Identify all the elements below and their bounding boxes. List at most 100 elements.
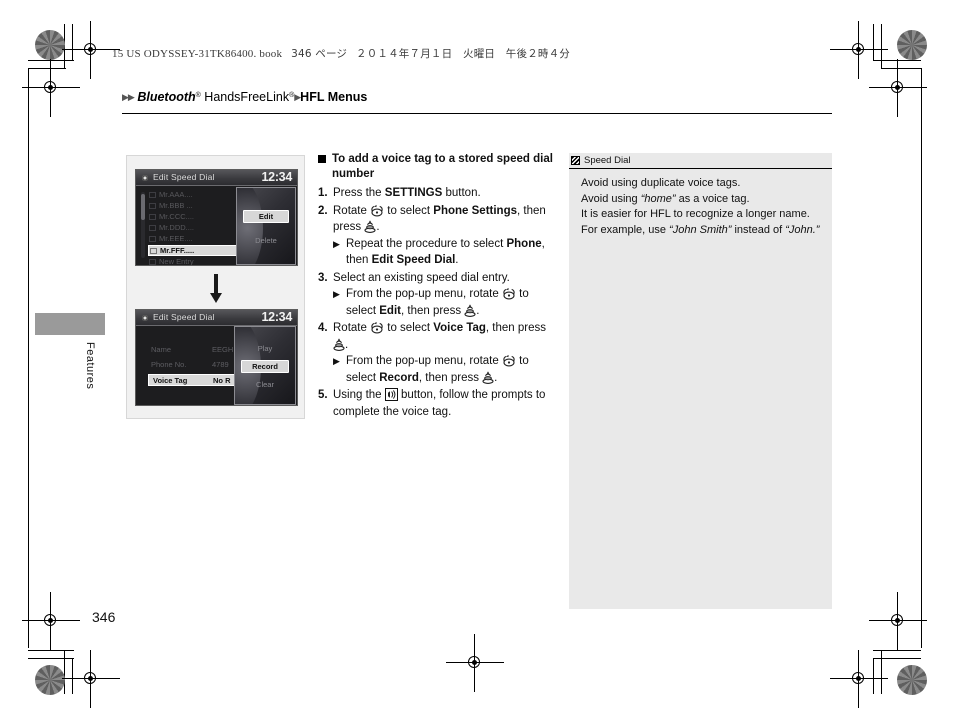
note-emphasis: “John Smith”	[669, 223, 732, 236]
popup-menu: Edit Delete	[236, 187, 296, 265]
instruction-step-body: Press the SETTINGS button.	[333, 185, 556, 202]
instruction-substep-body: Repeat the procedure to select Phone, th…	[346, 236, 556, 269]
press-knob-icon	[333, 337, 345, 351]
note-text: Avoid using duplicate voice tags.	[581, 177, 741, 189]
instruction-step-number: 4.	[318, 322, 328, 334]
popup-item-edit[interactable]: Edit	[243, 210, 289, 223]
crop-mark-line	[921, 68, 922, 648]
instruction-keyword: Edit Speed Dial	[371, 254, 456, 266]
breadcrumb: ▶▶ Bluetooth® HandsFreeLink®▶HFL Menus	[122, 90, 367, 104]
instruction-step-body: Rotate to select Phone Settings, then pr…	[333, 203, 556, 236]
press-knob-icon	[482, 370, 494, 384]
nav-screen-body: Mr.AAA.... Mr.BBB ... Mr.CCC.... Mr.DDD.…	[136, 186, 297, 265]
instruction-step-body: Using the button, follow the prompts to …	[333, 387, 556, 420]
popup-item-clear[interactable]: Clear	[241, 379, 289, 390]
disc-icon	[142, 315, 148, 321]
header-rule	[122, 113, 832, 114]
popup-item-label: Edit	[258, 212, 274, 221]
instruction-text: .	[494, 371, 498, 384]
registration-mark	[62, 21, 120, 79]
instruction-substep-body: From the pop-up menu, rotate to select E…	[346, 286, 556, 319]
instruction-text: .	[476, 304, 480, 317]
crop-mark-line	[28, 68, 66, 69]
instruction-text: Rotate	[333, 204, 371, 217]
instruction-keyword: Phone	[506, 237, 542, 250]
nav-screen-body: Name EEGH Phone No. 4789 Voice Tag No R …	[136, 326, 297, 405]
crop-mark-line	[72, 24, 73, 60]
popup-item-label: Play	[257, 344, 273, 353]
nav-screen-titlebar: Edit Speed Dial 12:34	[136, 170, 297, 186]
list-item-label: Mr.FFF.....	[160, 246, 195, 255]
breadcrumb-item-hfl-menus: HFL Menus	[300, 90, 368, 104]
instruction-step-number: 3.	[318, 271, 328, 284]
list-item-label: Mr.EEE....	[159, 234, 193, 243]
entry-number-box	[149, 225, 156, 231]
instruction-step: 2. Rotate to select Phone Settings, then …	[318, 203, 556, 236]
instruction-step: 3. Select an existing speed dial entry.	[318, 270, 556, 287]
instruction-step-number: 1.	[318, 187, 328, 199]
instruction-substep: ▶ From the pop-up menu, rotate to select …	[333, 286, 556, 319]
field-label: Voice Tag	[153, 376, 188, 385]
instruction-keyword: Phone Settings	[433, 204, 517, 217]
crop-mark-line	[881, 24, 882, 68]
crop-mark-line	[873, 658, 874, 694]
popup-item-delete[interactable]: Delete	[243, 235, 289, 246]
scrollbar[interactable]	[141, 192, 145, 258]
instruction-text: From the pop-up menu, rotate	[346, 355, 502, 367]
instruction-steps-list: 1. Press the SETTINGS button. 2. Rotate to …	[318, 185, 556, 420]
note-book-icon	[571, 156, 580, 165]
instruction-step: 1. Press the SETTINGS button.	[318, 185, 556, 202]
page-number: 346	[92, 609, 116, 625]
instruction-step-number: 2.	[318, 204, 328, 217]
instruction-text: Press the	[333, 187, 385, 199]
instruction-keyword: Edit	[379, 304, 401, 317]
popup-item-label: Delete	[255, 236, 277, 245]
substep-arrow-icon: ▶	[333, 238, 340, 249]
instruction-step-body: Rotate to select Voice Tag, then press .	[333, 320, 556, 353]
field-label: Name	[151, 345, 172, 354]
slug-filename: 15 US ODYSSEY-31TK86400. book	[112, 48, 283, 60]
instruction-substep-body: From the pop-up menu, rotate to select R…	[346, 353, 556, 386]
nav-screen-title: Edit Speed Dial	[153, 312, 215, 322]
instruction-text: to select	[384, 322, 434, 334]
instruction-text: Select an existing speed dial entry.	[333, 271, 510, 284]
note-line: Avoid using duplicate voice tags.	[581, 176, 822, 192]
instruction-text: , then press	[400, 304, 465, 317]
registration-mark	[446, 634, 504, 692]
registration-blob	[35, 30, 65, 60]
crop-mark-line	[881, 68, 921, 69]
popup-item-label: Clear	[256, 380, 274, 389]
list-item-label: Mr.CCC....	[159, 212, 194, 221]
disc-icon	[142, 175, 148, 181]
press-knob-icon	[364, 220, 376, 233]
crop-mark-line	[28, 60, 74, 61]
note-panel: Speed Dial Avoid using duplicate voice t…	[569, 153, 832, 609]
print-slug: 15 US ODYSSEY-31TK86400. book 346 ページ ２０…	[112, 46, 570, 61]
instruction-text: , then press	[485, 322, 547, 334]
instructions-heading-line1: To add a voice tag to a stored speed	[332, 153, 530, 165]
section-tab-label: Features	[84, 342, 96, 390]
field-value: 4789	[212, 360, 229, 369]
slug-page-marker: 346 ページ	[291, 48, 348, 60]
crop-mark-line	[28, 68, 29, 648]
popup-item-record[interactable]: Record	[241, 360, 289, 373]
popup-item-play[interactable]: Play	[241, 343, 289, 354]
instructions-heading: To add a voice tag to a stored speed dia…	[318, 152, 556, 182]
entry-number-box	[149, 192, 156, 198]
list-item-label: Mr.DDD....	[159, 223, 194, 232]
registration-mark	[869, 59, 927, 117]
rotate-knob-icon	[370, 204, 384, 217]
section-tab	[35, 313, 105, 335]
bullet-square-icon	[318, 155, 326, 163]
registration-mark	[830, 21, 888, 79]
instruction-text: .	[455, 254, 459, 266]
note-text: Avoid using	[581, 192, 641, 205]
list-item-label: Mr.BBB ...	[159, 201, 193, 210]
registration-mark	[62, 650, 120, 708]
substep-arrow-icon: ▶	[333, 289, 340, 299]
note-emphasis: “home”	[640, 192, 676, 205]
instruction-keyword: SETTINGS	[384, 187, 443, 199]
nav-screen-edit-speed-dial-list: Edit Speed Dial 12:34 Mr.AAA.... Mr.BBB …	[135, 169, 298, 266]
instruction-text: button.	[442, 187, 481, 199]
popup-menu: Play Record Clear	[234, 326, 296, 405]
